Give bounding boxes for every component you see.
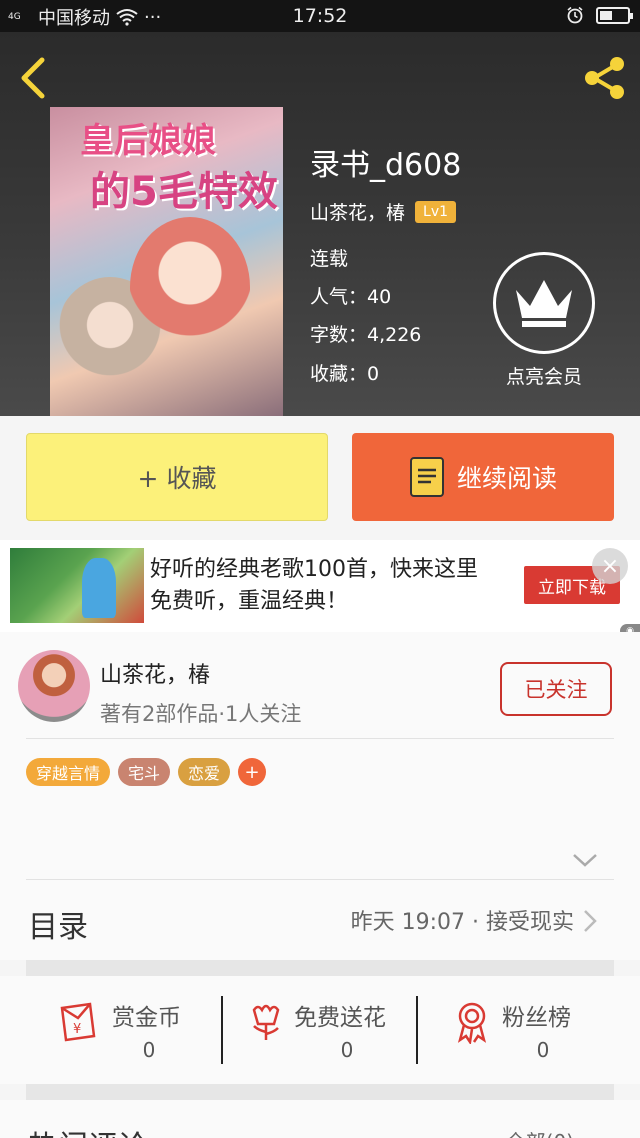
- divider: [26, 738, 614, 739]
- section-divider: [26, 960, 614, 976]
- battery-icon: [596, 6, 633, 24]
- book-title: 录书_d608: [310, 148, 462, 183]
- divider: [221, 996, 223, 1064]
- favorites-stat: 收藏：0: [310, 363, 380, 385]
- author-card: 山茶花，椿 著有2部作品·1人关注 已关注 穿越言情 宅斗 恋爱 +: [0, 632, 640, 882]
- back-arrow-icon[interactable]: [14, 54, 54, 102]
- hot-comments-header: 热门评论 全部(0): [0, 1100, 640, 1138]
- tag-item[interactable]: 宅斗: [118, 758, 171, 786]
- clock: 17:52: [292, 5, 348, 27]
- all-comments-link[interactable]: 全部(0): [506, 1126, 574, 1138]
- cover-title: 皇后娘娘: [80, 121, 216, 161]
- reward-flower[interactable]: 免费送花 0: [244, 992, 404, 1072]
- book-icon: [409, 457, 444, 497]
- tag-item[interactable]: 恋爱: [178, 758, 231, 786]
- reward-count: 0: [340, 1038, 354, 1062]
- book-author-line: 山茶花，椿 Lv1: [310, 198, 457, 225]
- status-bar: 4G 中国移动 ··· 17:52: [0, 0, 640, 32]
- close-icon[interactable]: ×: [592, 548, 628, 584]
- level-badge: Lv1: [415, 200, 457, 223]
- book-header: 皇后娘娘 的5毛特效 录书_d608 山茶花，椿 Lv1 连载 人气：40 字数…: [0, 32, 640, 416]
- share-icon[interactable]: [580, 54, 628, 102]
- author-stats: 著有2部作品·1人关注: [100, 702, 302, 726]
- flower-icon: [252, 1004, 280, 1040]
- continue-reading-label: 继续阅读: [456, 464, 557, 493]
- reward-count: 0: [536, 1038, 550, 1062]
- chevron-down-icon[interactable]: [570, 850, 600, 870]
- ad-banner[interactable]: 好听的经典老歌100首，快来这里免费听，重温经典！ 立即下载 × ◉: [0, 540, 640, 638]
- medal-icon: [457, 1002, 487, 1044]
- reward-label: 粉丝榜: [502, 1005, 571, 1031]
- follow-button[interactable]: 已关注: [500, 662, 612, 716]
- hot-comments-title: 热门评论: [28, 1122, 148, 1138]
- cover-subtitle: 的5毛特效: [90, 169, 278, 215]
- ad-image: [10, 548, 144, 623]
- divider: [416, 996, 418, 1064]
- catalog-row[interactable]: 目录 昨天 19:07 · 接受现实: [0, 880, 640, 960]
- serial-status: 连载: [310, 248, 349, 270]
- chevron-right-icon: [584, 910, 597, 932]
- vip-button[interactable]: 点亮会员: [492, 252, 596, 389]
- crown-icon: [516, 280, 572, 327]
- reward-coin[interactable]: ¥ 赏金币 0: [56, 992, 206, 1072]
- popularity-stat: 人气：40: [310, 286, 392, 308]
- tag-list: 穿越言情 宅斗 恋爱 +: [26, 758, 267, 786]
- reward-label: 免费送花: [294, 1005, 386, 1031]
- reward-fans[interactable]: 粉丝榜 0: [450, 992, 610, 1072]
- word-count-stat: 字数：4,226: [310, 324, 422, 346]
- alarm-icon: [567, 6, 583, 24]
- avatar[interactable]: [18, 650, 90, 722]
- reward-label: 赏金币: [112, 1005, 181, 1031]
- book-author[interactable]: 山茶花，椿: [310, 198, 405, 225]
- ad-text: 好听的经典老歌100首，快来这里免费听，重温经典！: [150, 557, 478, 614]
- tag-item[interactable]: 穿越言情: [26, 758, 111, 786]
- svg-text:¥: ¥: [73, 1022, 81, 1037]
- author-name[interactable]: 山茶花，椿: [100, 657, 210, 689]
- catalog-title: 目录: [28, 910, 88, 945]
- section-divider: [26, 1084, 614, 1100]
- rewards-row: ¥ 赏金币 0 免费送花 0 粉丝榜 0: [0, 976, 640, 1084]
- vip-label: 点亮会员: [505, 366, 582, 388]
- add-tag-button[interactable]: +: [238, 758, 267, 786]
- reward-count: 0: [142, 1038, 156, 1062]
- book-cover[interactable]: 皇后娘娘 的5毛特效: [50, 107, 283, 416]
- latest-chapter: 昨天 19:07 · 接受现实: [350, 910, 574, 935]
- red-envelope-icon: ¥: [60, 1002, 96, 1042]
- favorite-button[interactable]: + 收藏: [26, 433, 328, 521]
- continue-reading-button[interactable]: 继续阅读: [352, 433, 614, 521]
